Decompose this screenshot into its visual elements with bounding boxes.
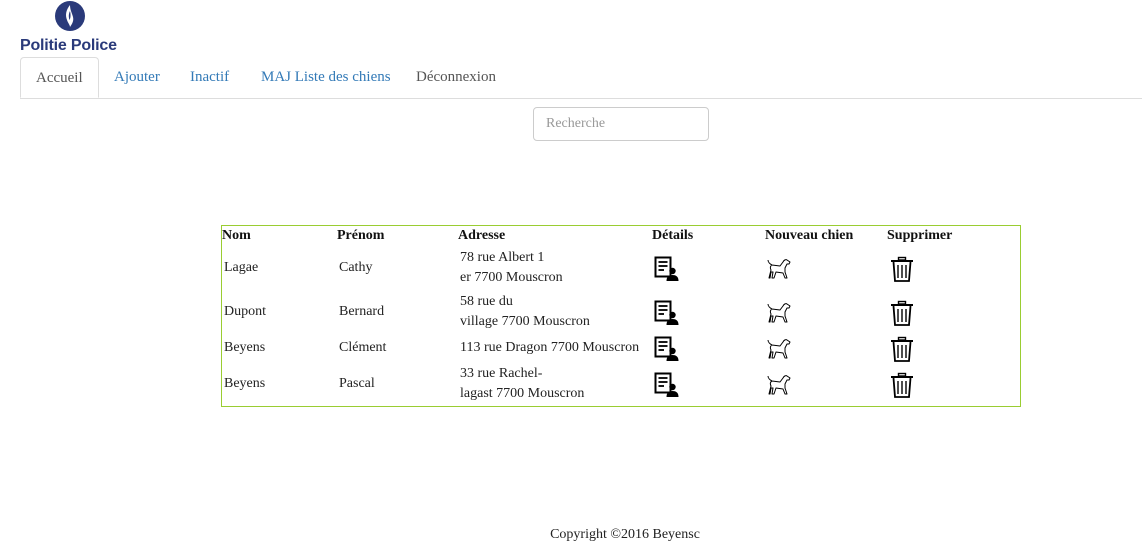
brand-logo: Politie Police: [20, 0, 130, 56]
owners-table: Nom Prénom Adresse Détails Nouveau chien…: [221, 225, 1021, 407]
cell-prenom: Pascal: [339, 376, 375, 391]
cell-adresse: 33 rue Rachel- lagast 7700 Mouscron: [460, 366, 585, 401]
cell-nom: Beyens: [224, 376, 266, 391]
dog-icon[interactable]: [766, 300, 792, 326]
tab-ajouter[interactable]: Ajouter: [114, 57, 160, 98]
cell-nom: Beyens: [224, 340, 266, 355]
header-prenom: Prénom: [337, 228, 385, 243]
dog-icon[interactable]: [766, 336, 792, 362]
brand-name: Politie Police: [20, 37, 117, 54]
cell-adresse: 113 rue Dragon 7700 Mouscron: [460, 340, 640, 355]
police-emblem-icon: [55, 1, 85, 31]
header-supprimer: Supprimer: [887, 228, 953, 243]
cell-prenom: Clément: [339, 340, 387, 355]
nav-tabs: Accueil Ajouter Inactif MAJ Liste des ch…: [20, 57, 1142, 99]
header-nouveau-chien: Nouveau chien: [765, 228, 854, 243]
person-document-icon[interactable]: [654, 336, 680, 362]
footer-copyright: Copyright ©2016 Beyensc: [550, 527, 700, 542]
search-input[interactable]: [533, 107, 709, 141]
header-details: Détails: [652, 228, 694, 243]
header-nom: Nom: [222, 228, 251, 243]
trash-icon[interactable]: [889, 372, 915, 398]
cell-nom: Lagae: [224, 260, 259, 275]
cell-prenom: Cathy: [339, 260, 373, 275]
person-document-icon[interactable]: [654, 256, 680, 282]
cell-adresse: 58 rue du village 7700 Mouscron: [460, 294, 590, 329]
trash-icon[interactable]: [889, 336, 915, 362]
dog-icon[interactable]: [766, 256, 792, 282]
trash-icon[interactable]: [889, 256, 915, 282]
header-adresse: Adresse: [458, 228, 506, 243]
tab-accueil[interactable]: Accueil: [20, 57, 99, 98]
cell-adresse: 78 rue Albert 1 er 7700 Mouscron: [460, 250, 563, 285]
person-document-icon[interactable]: [654, 300, 680, 326]
cell-nom: Dupont: [224, 304, 266, 319]
trash-icon[interactable]: [889, 300, 915, 326]
tab-maj-liste-des-chiens[interactable]: MAJ Liste des chiens: [261, 57, 391, 98]
dog-icon[interactable]: [766, 372, 792, 398]
cell-prenom: Bernard: [339, 304, 385, 319]
tab-deconnexion[interactable]: Déconnexion: [416, 57, 496, 98]
person-document-icon[interactable]: [654, 372, 680, 398]
tab-inactif[interactable]: Inactif: [190, 57, 229, 98]
